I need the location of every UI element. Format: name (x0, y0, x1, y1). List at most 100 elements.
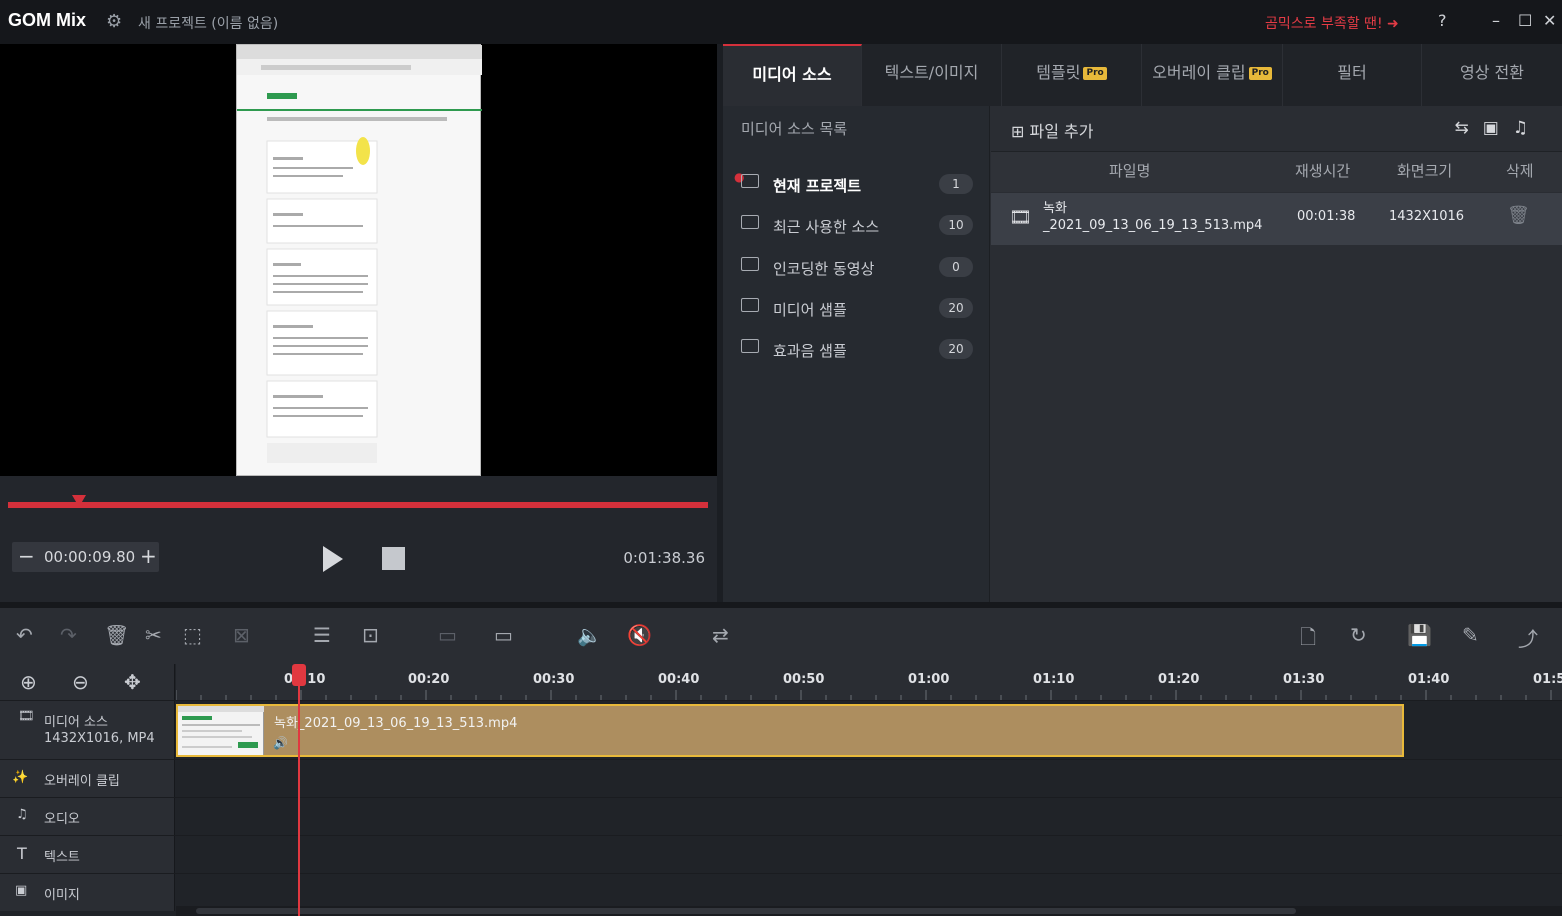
tab-filter[interactable]: 필터 (1283, 44, 1422, 106)
redo-icon[interactable]: ↷ (60, 623, 77, 647)
count-badge: 20 (939, 339, 973, 359)
delete-icon[interactable]: 🗑 (104, 623, 129, 647)
count-badge: 10 (939, 215, 973, 235)
stop-icon[interactable] (382, 547, 405, 570)
open-project-icon[interactable]: ↻ (1350, 623, 1367, 647)
track-overlay[interactable]: ✨ 오버레이 클립 (0, 759, 1562, 797)
zoom-out-icon[interactable]: ⊖ (72, 670, 89, 694)
seek-bar[interactable] (8, 502, 708, 508)
film-icon: 🎞 (18, 709, 35, 724)
promo-link[interactable]: 곰믹스로 부족할 땐! ➜ (1265, 13, 1399, 33)
edit-toolbar: ↶ ↷ 🗑 ✂ ⬚ ⊠ ☰ ⊡ ▭ ▭ 🔈 🔇 ⇄ 🗋 ↻ 💾 ✎ ⤴ (0, 608, 1562, 664)
tab-template[interactable]: 템플릿 Pro (1002, 44, 1142, 106)
gear-icon[interactable]: ⚙ (106, 11, 122, 32)
time-plus-button[interactable]: + (140, 544, 157, 568)
select-audio-icon[interactable]: ♫ (1513, 118, 1542, 138)
maximize-button[interactable]: ☐ (1518, 11, 1532, 30)
list-header: 미디어 소스 목록 (741, 120, 848, 138)
tab-transition[interactable]: 영상 전환 (1422, 44, 1562, 106)
crop-icon[interactable]: ⊡ (362, 623, 379, 647)
ruler-tick: 01:5 (1533, 672, 1562, 687)
file-actions: ⇆▣♫ (1454, 118, 1542, 138)
tab-media-source[interactable]: 미디어 소스 (723, 44, 862, 106)
minimize-button[interactable]: – (1492, 11, 1500, 30)
count-badge: 1 (939, 174, 973, 194)
new-project-icon[interactable]: 🗋 (1300, 623, 1316, 657)
ruler-tick: 00:50 (783, 672, 825, 687)
cut-icon[interactable]: ✂ (145, 623, 162, 647)
timeline-scrollbar[interactable] (176, 906, 1562, 916)
volume-icon[interactable]: 🔈 (577, 623, 602, 647)
unselect-icon[interactable]: ⊠ (233, 623, 250, 647)
col-size[interactable]: 화면크기 (1397, 160, 1452, 181)
preview-frame-content (237, 45, 482, 463)
seek-handle[interactable] (72, 495, 86, 507)
select-area-icon[interactable]: ⬚ (183, 623, 202, 647)
add-file-icon: ⊞ (1011, 122, 1025, 141)
image-right-icon[interactable]: ▭ (494, 623, 513, 647)
count-badge: 0 (939, 257, 973, 277)
col-filename[interactable]: 파일명 (1109, 160, 1150, 181)
tab-overlay-clip[interactable]: 오버레이 클립 Pro (1142, 44, 1283, 106)
save-icon[interactable]: 💾 (1407, 623, 1432, 647)
folder-icon (741, 215, 759, 229)
file-duration: 00:01:38 (1297, 209, 1356, 224)
image-icon: ▣ (15, 883, 28, 898)
current-time[interactable]: 00:00:09.80 (44, 548, 135, 566)
trash-icon[interactable]: 🗑 (1507, 205, 1530, 226)
list-item-current-project[interactable]: ● 현재 프로젝트 1 (734, 170, 973, 201)
film-icon: 🎞 (1009, 207, 1032, 228)
track-label: 🎞 미디어 소스 1432X1016, MP4 (0, 701, 175, 759)
playhead[interactable] (298, 670, 300, 916)
table-row[interactable]: 🎞 녹화 _2021_09_13_06_19_13_513.mp4 00:01:… (991, 193, 1562, 245)
pro-badge: Pro (1083, 67, 1107, 80)
app-logo: GOM Mix (8, 10, 87, 30)
undo-icon[interactable]: ↶ (16, 623, 33, 647)
video-clip[interactable]: 녹화_2021_09_13_06_19_13_513.mp4 🔊 (176, 704, 1404, 757)
track-label: ✨ 오버레이 클립 (0, 760, 175, 797)
list-item-encoded[interactable]: 인코딩한 동영상 0 (741, 254, 973, 284)
track-audio[interactable]: ♫ 오디오 (0, 797, 1562, 835)
ruler-tick: 01:00 (908, 672, 950, 687)
panel-tabs: 미디어 소스 텍스트/이미지 템플릿 Pro 오버레이 클립 Pro 필터 영상 전… (723, 44, 1562, 106)
play-icon[interactable] (323, 546, 343, 572)
timeline: ⊕ ⊖ ✥ 00:10 00:20 00:30 00:40 00:50 01:0… (0, 664, 1562, 916)
fit-icon[interactable]: ✥ (124, 670, 141, 694)
count-badge: 20 (939, 298, 973, 318)
select-image-icon[interactable]: ▣ (1483, 118, 1513, 138)
image-left-icon[interactable]: ▭ (438, 623, 457, 647)
close-button[interactable]: ✕ (1543, 11, 1556, 30)
ruler-tick: 00:20 (408, 672, 450, 687)
export-icon[interactable]: ⤴ (1518, 623, 1538, 652)
file-size: 1432X1016 (1389, 209, 1465, 224)
list-item-media-samples[interactable]: 미디어 샘플 20 (741, 295, 973, 325)
time-stepper[interactable]: − 00:00:09.80 + (12, 542, 159, 572)
zoom-in-icon[interactable]: ⊕ (20, 670, 37, 694)
add-file-button[interactable]: ⊞ 파일 추가 (1011, 118, 1093, 142)
tab-text-image[interactable]: 텍스트/이미지 (862, 44, 1002, 106)
list-item-sfx-samples[interactable]: 효과음 샘플 20 (741, 336, 973, 366)
track-label: ♫ 오디오 (0, 798, 175, 835)
col-duration[interactable]: 재생시간 (1295, 160, 1350, 181)
scrollbar-thumb[interactable] (196, 908, 1296, 914)
media-source-list: 미디어 소스 목록 ● 현재 프로젝트 1 최근 사용한 소스 10 인코딩한 … (723, 106, 990, 602)
help-button[interactable]: ? (1438, 11, 1447, 30)
time-ruler[interactable]: 00:10 00:20 00:30 00:40 00:50 01:00 01:1… (176, 664, 1562, 700)
swap-icon[interactable]: ⇄ (712, 623, 729, 647)
ruler-ticks (176, 690, 1552, 700)
source-panel: 미디어 소스 텍스트/이미지 템플릿 Pro 오버레이 클립 Pro 필터 영상 전… (723, 44, 1562, 602)
file-toolbar: ⊞ 파일 추가 ⇆▣♫ (991, 106, 1562, 152)
track-text[interactable]: T 텍스트 (0, 835, 1562, 873)
speaker-icon: 🔊 (273, 736, 288, 750)
select-video-icon[interactable]: ⇆ (1454, 118, 1482, 138)
time-minus-button[interactable]: − (18, 544, 35, 568)
text-icon: T (17, 844, 27, 863)
save-as-icon[interactable]: ✎ (1462, 623, 1479, 647)
project-title: 새 프로젝트 (이름 없음) (138, 16, 279, 32)
list-item-recent[interactable]: 최근 사용한 소스 10 (741, 212, 973, 242)
track-media: 🎞 미디어 소스 1432X1016, MP4 녹화_2021_09_13_06… (0, 700, 1562, 759)
playback-controls: − 00:00:09.80 + 0:01:38.36 (0, 476, 717, 602)
ruler-tick: 01:30 (1283, 672, 1325, 687)
adjust-icon[interactable]: ☰ (313, 623, 331, 647)
mute-icon[interactable]: 🔇 (627, 623, 652, 647)
